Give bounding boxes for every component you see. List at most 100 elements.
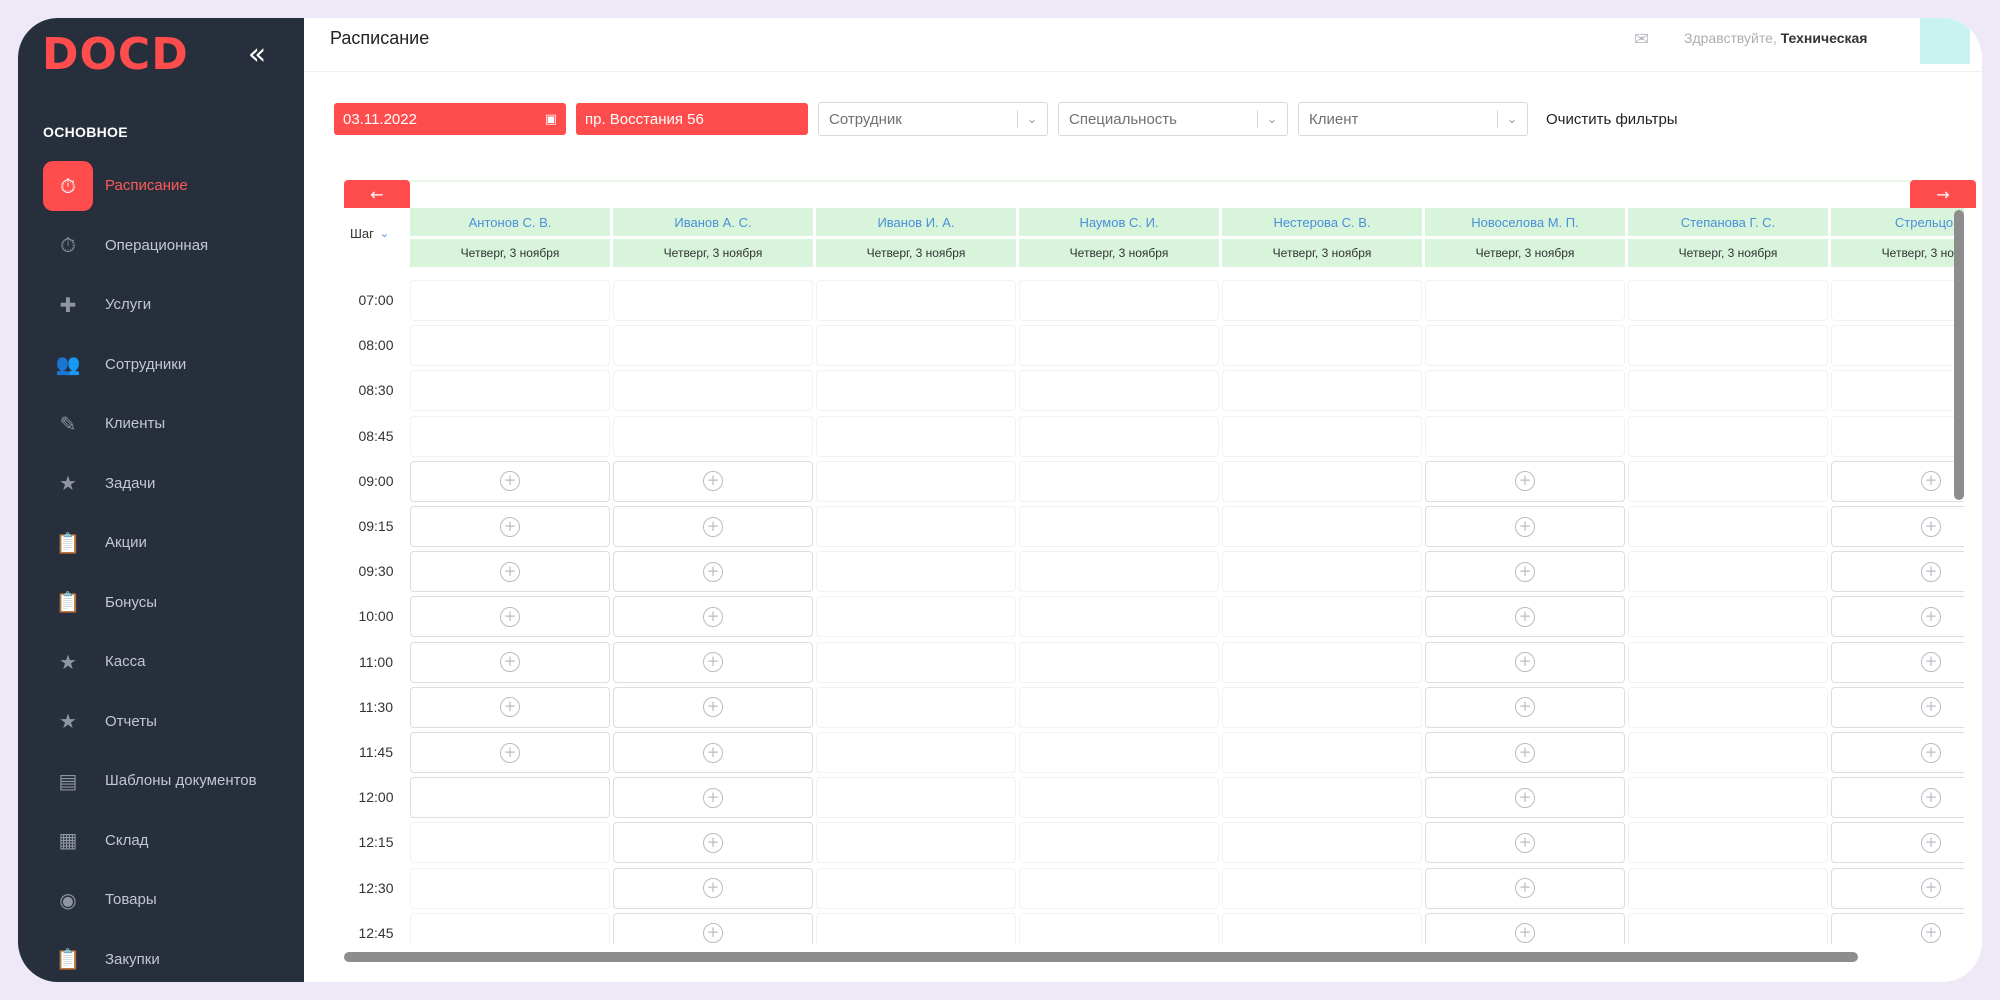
- schedule-slot[interactable]: +: [1831, 912, 1964, 944]
- sidebar-item-5[interactable]: ★ Задачи: [18, 454, 304, 514]
- clear-filters-button[interactable]: Очистить фильтры: [1546, 111, 1678, 128]
- client-select[interactable]: Клиент ⌄: [1298, 102, 1528, 136]
- add-appointment-icon[interactable]: +: [1515, 561, 1535, 582]
- schedule-slot[interactable]: +: [410, 596, 610, 638]
- schedule-slot[interactable]: +: [410, 506, 610, 547]
- schedule-slot[interactable]: +: [613, 732, 813, 773]
- add-appointment-icon[interactable]: +: [1921, 923, 1941, 944]
- sidebar-item-13[interactable]: 📋 Закупки: [18, 930, 304, 983]
- sidebar-item-2[interactable]: ✚ Услуги: [18, 275, 304, 335]
- add-appointment-icon[interactable]: +: [500, 561, 520, 582]
- mail-icon[interactable]: ✉: [1634, 31, 1656, 49]
- add-appointment-icon[interactable]: +: [1515, 787, 1535, 808]
- add-appointment-icon[interactable]: +: [703, 832, 723, 853]
- employee-select[interactable]: Сотрудник ⌄: [818, 102, 1048, 136]
- next-page-button[interactable]: →: [1910, 180, 1976, 208]
- location-select[interactable]: пр. Восстания 56: [576, 103, 808, 135]
- schedule-slot[interactable]: +: [1425, 506, 1625, 547]
- schedule-slot[interactable]: +: [613, 596, 813, 638]
- add-appointment-icon[interactable]: +: [703, 471, 723, 492]
- schedule-slot[interactable]: +: [1425, 867, 1625, 909]
- add-appointment-icon[interactable]: +: [703, 606, 723, 627]
- sidebar-item-1[interactable]: ⏱ Операционная: [18, 216, 304, 276]
- schedule-slot[interactable]: +: [613, 867, 813, 909]
- sidebar-item-6[interactable]: 📋 Акции: [18, 513, 304, 573]
- schedule-slot[interactable]: +: [410, 732, 610, 773]
- specialty-select[interactable]: Специальность ⌄: [1058, 102, 1288, 136]
- schedule-slot[interactable]: +: [1425, 551, 1625, 593]
- schedule-slot[interactable]: +: [1425, 596, 1625, 638]
- add-appointment-icon[interactable]: +: [1921, 742, 1941, 763]
- add-appointment-icon[interactable]: +: [1515, 516, 1535, 537]
- schedule-slot[interactable]: +: [1831, 596, 1964, 638]
- employee-column-header[interactable]: Иванов А. С.: [613, 208, 813, 236]
- sidebar-item-11[interactable]: ▦ Склад: [18, 811, 304, 871]
- schedule-slot[interactable]: +: [613, 641, 813, 683]
- schedule-slot[interactable]: +: [613, 822, 813, 864]
- employee-column-header[interactable]: Антонов С. В.: [410, 208, 610, 236]
- add-appointment-icon[interactable]: +: [1921, 606, 1941, 627]
- sidebar-item-0[interactable]: ⏱ Расписание: [18, 156, 304, 216]
- add-appointment-icon[interactable]: +: [1921, 787, 1941, 808]
- schedule-slot[interactable]: +: [1831, 686, 1964, 728]
- schedule-slot[interactable]: +: [613, 506, 813, 547]
- add-appointment-icon[interactable]: +: [1921, 697, 1941, 718]
- add-appointment-icon[interactable]: +: [1515, 923, 1535, 944]
- date-picker[interactable]: 03.11.2022 ▣: [334, 103, 566, 135]
- add-appointment-icon[interactable]: +: [1515, 471, 1535, 492]
- schedule-slot[interactable]: +: [1831, 822, 1964, 864]
- horizontal-scrollbar[interactable]: [344, 952, 1858, 962]
- add-appointment-icon[interactable]: +: [1515, 652, 1535, 673]
- add-appointment-icon[interactable]: +: [703, 561, 723, 582]
- add-appointment-icon[interactable]: +: [1921, 516, 1941, 537]
- step-selector[interactable]: Шаг ⌄: [350, 226, 389, 241]
- schedule-slot[interactable]: +: [1831, 551, 1964, 593]
- employee-column-header[interactable]: Наумов С. И.: [1019, 208, 1219, 236]
- schedule-slot[interactable]: +: [1425, 777, 1625, 819]
- add-appointment-icon[interactable]: +: [703, 742, 723, 763]
- schedule-slot[interactable]: +: [1831, 506, 1964, 547]
- schedule-slot[interactable]: +: [1831, 460, 1964, 502]
- add-appointment-icon[interactable]: +: [1921, 652, 1941, 673]
- schedule-slot[interactable]: [410, 777, 610, 819]
- sidebar-item-7[interactable]: 📋 Бонусы: [18, 573, 304, 633]
- sidebar-item-3[interactable]: 👥 Сотрудники: [18, 335, 304, 395]
- employee-column-header[interactable]: Иванов И. А.: [816, 208, 1016, 236]
- add-appointment-icon[interactable]: +: [1921, 878, 1941, 899]
- user-name[interactable]: Техническая: [1781, 30, 1868, 46]
- schedule-slot[interactable]: +: [613, 460, 813, 502]
- add-appointment-icon[interactable]: +: [1515, 832, 1535, 853]
- add-appointment-icon[interactable]: +: [500, 471, 520, 492]
- sidebar-item-12[interactable]: ◉ Товары: [18, 870, 304, 930]
- sidebar-item-10[interactable]: ▤ Шаблоны документов: [18, 751, 304, 811]
- sidebar-item-9[interactable]: ★ Отчеты: [18, 692, 304, 752]
- add-appointment-icon[interactable]: +: [1515, 742, 1535, 763]
- add-appointment-icon[interactable]: +: [500, 697, 520, 718]
- schedule-slot[interactable]: +: [1425, 641, 1625, 683]
- schedule-slot[interactable]: +: [410, 551, 610, 593]
- add-appointment-icon[interactable]: +: [703, 697, 723, 718]
- employee-column-header[interactable]: Степанова Г. С.: [1628, 208, 1828, 236]
- schedule-slot[interactable]: +: [1425, 822, 1625, 864]
- vertical-scrollbar[interactable]: [1954, 210, 1964, 500]
- add-appointment-icon[interactable]: +: [500, 606, 520, 627]
- schedule-slot[interactable]: +: [410, 686, 610, 728]
- add-appointment-icon[interactable]: +: [1515, 878, 1535, 899]
- add-appointment-icon[interactable]: +: [703, 652, 723, 673]
- schedule-slot[interactable]: +: [1831, 867, 1964, 909]
- employee-column-header[interactable]: Стрельцова: [1831, 208, 1964, 236]
- schedule-slot[interactable]: +: [1831, 641, 1964, 683]
- schedule-slot[interactable]: +: [613, 912, 813, 944]
- schedule-slot[interactable]: +: [1425, 732, 1625, 773]
- add-appointment-icon[interactable]: +: [1921, 561, 1941, 582]
- add-appointment-icon[interactable]: +: [1921, 471, 1941, 492]
- add-appointment-icon[interactable]: +: [1515, 606, 1535, 627]
- add-appointment-icon[interactable]: +: [500, 652, 520, 673]
- schedule-slot[interactable]: +: [1425, 686, 1625, 728]
- avatar[interactable]: [1920, 18, 1970, 64]
- add-appointment-icon[interactable]: +: [703, 787, 723, 808]
- schedule-slot[interactable]: +: [613, 551, 813, 593]
- schedule-slot[interactable]: +: [1425, 912, 1625, 944]
- add-appointment-icon[interactable]: +: [703, 516, 723, 537]
- app-logo[interactable]: DOCD: [42, 29, 189, 80]
